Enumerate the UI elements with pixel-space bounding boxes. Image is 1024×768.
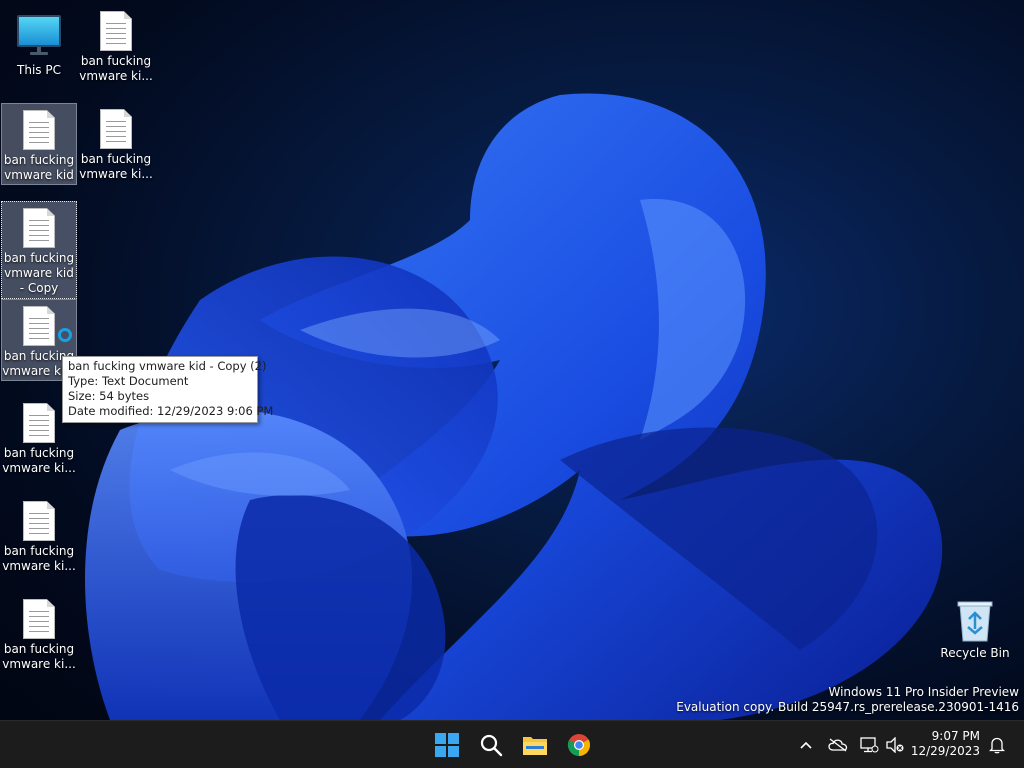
icon-label: ban fucking vmware ki...	[79, 152, 153, 181]
desktop-icon-text-file[interactable]: ban fucking vmware ki...	[78, 5, 154, 87]
icon-label: Recycle Bin	[940, 646, 1010, 660]
network-icon	[860, 737, 879, 753]
desktop-icon-text-file[interactable]: ban fucking vmware kid	[1, 103, 77, 185]
volume-tray-button[interactable]	[884, 731, 906, 759]
windows-logo-icon	[435, 733, 459, 757]
bell-icon	[989, 737, 1005, 754]
start-button[interactable]	[429, 727, 465, 763]
icon-label: ban fucking vmware ki...	[2, 642, 76, 671]
tooltip-file-type: Type: Text Document	[68, 374, 189, 388]
search-button[interactable]	[473, 727, 509, 763]
icon-label: ban fucking vmware ki...	[2, 544, 76, 573]
text-document-icon	[100, 11, 132, 51]
network-tray-button[interactable]	[858, 731, 880, 759]
desktop-icon-recycle-bin[interactable]: Recycle Bin	[936, 593, 1014, 675]
text-document-icon	[23, 501, 55, 541]
tooltip-file-name: ban fucking vmware kid - Copy (2)	[68, 359, 267, 373]
text-document-icon	[100, 109, 132, 149]
desktop-icon-text-file[interactable]: ban fucking vmware ki...	[1, 495, 77, 577]
desktop-icon-this-pc[interactable]: This PC	[1, 5, 77, 87]
evaluation-watermark: Windows 11 Pro Insider Preview Evaluatio…	[676, 685, 1019, 715]
icon-label: ban fucking vmware kid - Copy	[3, 251, 75, 295]
clock-date: 12/29/2023	[910, 744, 980, 758]
icon-label: ban fucking vmware ki...	[2, 446, 76, 475]
icon-label: ban fucking vmware ki...	[79, 54, 153, 83]
tooltip-date-modified: Date modified: 12/29/2023 9:06 PM	[68, 404, 274, 418]
recycle-bin-icon	[957, 601, 993, 642]
text-document-icon	[23, 306, 55, 346]
desktop-icon-text-file-copy[interactable]: ban fucking vmware kid - Copy	[1, 201, 77, 299]
folder-icon	[523, 737, 547, 755]
onedrive-tray-button[interactable]	[826, 731, 850, 759]
busy-cursor-icon	[58, 328, 72, 342]
tooltip-file-size: Size: 54 bytes	[68, 389, 150, 403]
show-hidden-icons-button[interactable]	[796, 731, 816, 759]
icon-label: This PC	[17, 63, 61, 77]
desktop-icon-text-file[interactable]: ban fucking vmware ki...	[78, 103, 154, 185]
notifications-button[interactable]	[986, 731, 1008, 759]
volume-muted-icon	[886, 737, 904, 753]
text-document-icon	[23, 403, 55, 443]
chrome-button[interactable]	[561, 727, 597, 763]
search-icon	[480, 734, 503, 757]
monitor-icon	[17, 15, 61, 55]
file-explorer-button[interactable]	[517, 727, 553, 763]
icon-label: ban fucking vmware kid	[3, 153, 75, 182]
file-info-tooltip: ban fucking vmware kid - Copy (2) Type: …	[62, 356, 274, 423]
chrome-icon	[567, 734, 590, 756]
watermark-edition: Windows 11 Pro Insider Preview	[828, 685, 1019, 699]
text-document-icon	[23, 208, 55, 248]
text-document-icon	[23, 599, 55, 639]
chevron-up-icon	[800, 741, 812, 749]
text-document-icon	[23, 110, 55, 150]
watermark-build: Evaluation copy. Build 25947.rs_prerelea…	[676, 700, 1019, 714]
taskbar: 9:07 PM 12/29/2023	[0, 720, 1024, 768]
desktop-icon-text-file[interactable]: ban fucking vmware ki...	[1, 593, 77, 675]
cloud-offline-icon	[828, 738, 848, 752]
system-clock[interactable]: 9:07 PM 12/29/2023	[911, 729, 980, 759]
clock-time: 9:07 PM	[931, 729, 980, 743]
